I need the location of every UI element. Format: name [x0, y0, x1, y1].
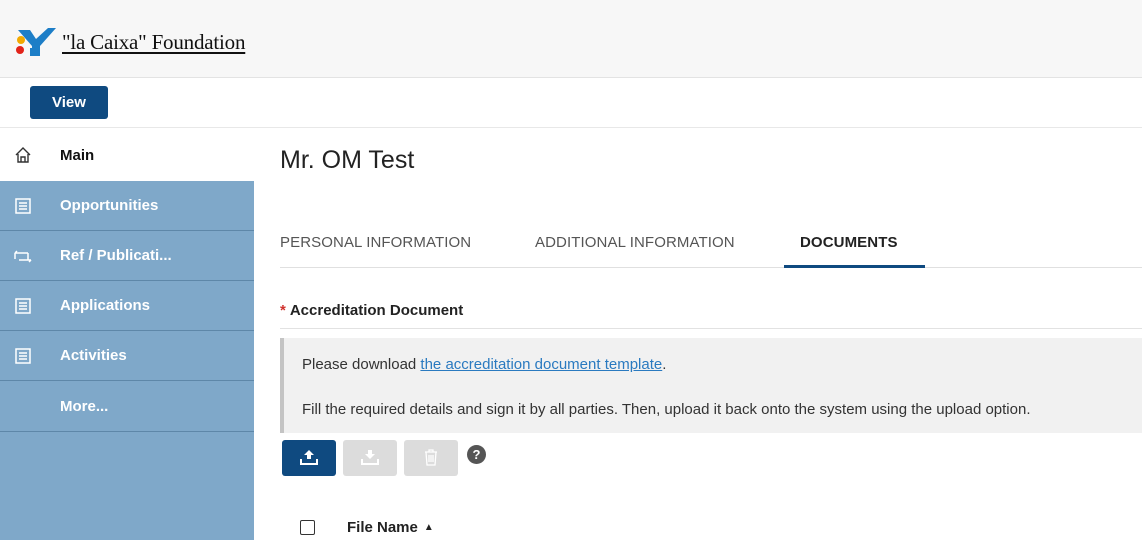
- template-download-link[interactable]: the accreditation document template: [420, 356, 662, 373]
- select-all-checkbox[interactable]: [300, 520, 315, 535]
- view-button[interactable]: View: [30, 86, 108, 119]
- required-marker: *: [280, 302, 286, 319]
- sidebar-item-ref-publications[interactable]: Ref / Publicati...: [0, 231, 254, 281]
- sidebar-item-opportunities[interactable]: Opportunities: [0, 181, 254, 231]
- sidebar-item-more[interactable]: More...: [0, 382, 254, 432]
- ref-icon: [14, 249, 32, 263]
- column-header-file-name[interactable]: File Name: [347, 519, 418, 536]
- download-button[interactable]: [343, 440, 397, 476]
- sidebar-item-label: Ref / Publicati...: [60, 247, 172, 264]
- sidebar-item-label: Activities: [60, 347, 127, 364]
- upload-button[interactable]: [282, 440, 336, 476]
- active-tab-indicator: [784, 265, 925, 268]
- tab-personal-information[interactable]: PERSONAL INFORMATION: [280, 234, 471, 251]
- sidebar-item-label: More...: [60, 398, 109, 415]
- sidebar-item-applications[interactable]: Applications: [0, 281, 254, 331]
- sort-ascending-icon[interactable]: ▲: [424, 522, 434, 533]
- sidebar-item-label: Applications: [60, 297, 151, 314]
- section-label-text: Accreditation Document: [289, 302, 464, 319]
- list-icon: [14, 197, 32, 214]
- la-caixa-logo[interactable]: "la Caixa" Foundation: [14, 26, 245, 58]
- sidebar-item-main[interactable]: Main: [0, 129, 254, 181]
- sidebar-item-label: Main: [60, 146, 95, 164]
- page-title: Mr. OM Test: [280, 146, 415, 174]
- notice-prefix: Please download: [302, 356, 421, 373]
- sidebar-item-activities[interactable]: Activities: [0, 331, 254, 381]
- download-icon: [360, 448, 380, 469]
- delete-button[interactable]: [404, 440, 458, 476]
- view-bar: [0, 78, 1142, 128]
- divider: [280, 328, 1142, 329]
- section-label: * Accreditation Document: [280, 302, 463, 319]
- home-icon: [14, 146, 32, 164]
- notice-instructions: Fill the required details and sign it by…: [302, 401, 1031, 418]
- upload-icon: [299, 448, 319, 469]
- tab-documents[interactable]: DOCUMENTS: [800, 234, 898, 251]
- trash-icon: [423, 448, 439, 469]
- notice-line: Please download the accreditation docume…: [302, 356, 666, 373]
- star-logo-icon: [14, 26, 58, 58]
- tab-additional-information[interactable]: ADDITIONAL INFORMATION: [535, 234, 735, 251]
- info-notice: Please download the accreditation docume…: [280, 338, 1142, 433]
- logo-text: "la Caixa" Foundation: [62, 29, 246, 54]
- help-icon[interactable]: ?: [467, 445, 486, 464]
- table-header: File Name ▲: [300, 519, 434, 536]
- sidebar-item-label: Opportunities: [60, 197, 159, 214]
- tab-bar: PERSONAL INFORMATION ADDITIONAL INFORMAT…: [280, 220, 1142, 268]
- list-icon: [14, 347, 32, 364]
- notice-suffix: .: [662, 356, 667, 373]
- list-icon: [14, 297, 32, 314]
